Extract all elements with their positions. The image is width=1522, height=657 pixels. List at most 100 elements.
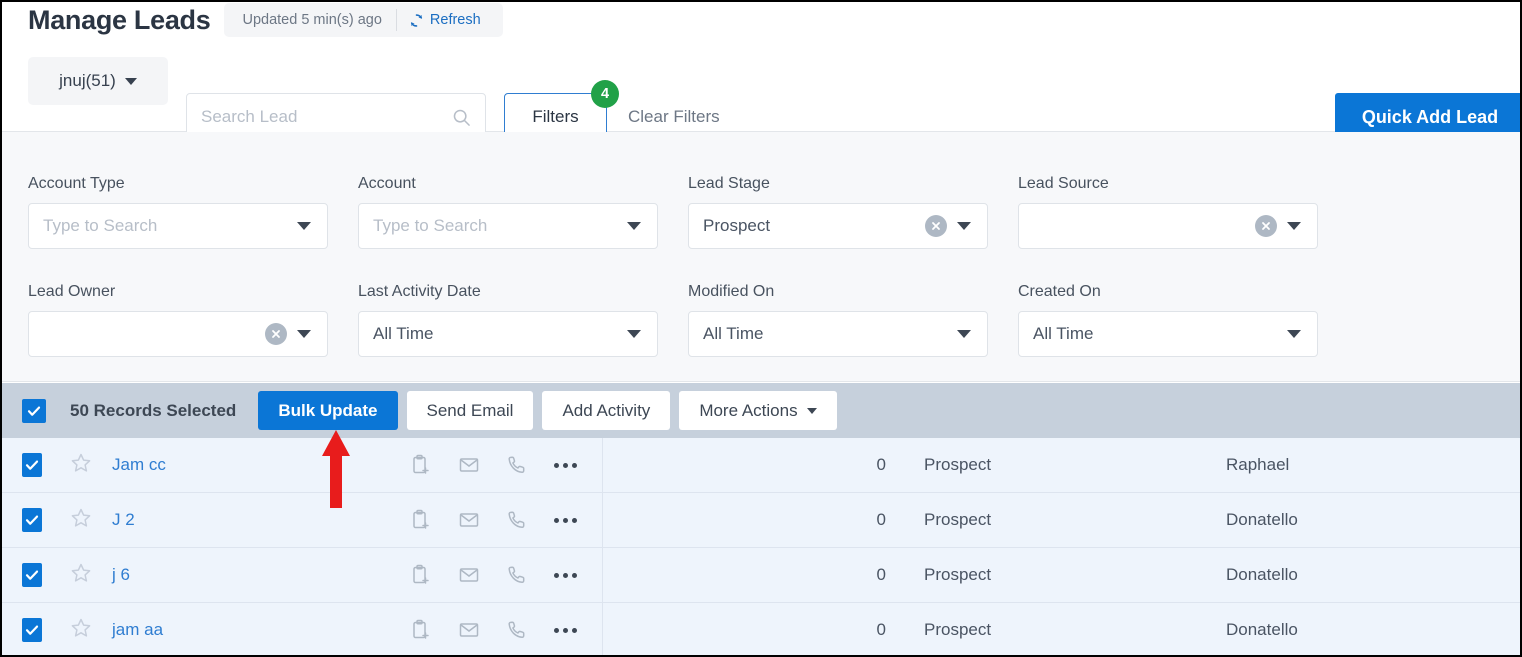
- row-action-icons: [410, 454, 577, 476]
- email-icon[interactable]: [458, 454, 480, 476]
- row-checkbox[interactable]: [22, 563, 42, 587]
- cell-lead-owner: Donatello: [1226, 620, 1298, 639]
- bulk-action-bar: 50 Records Selected Bulk Update Send Ema…: [2, 383, 1520, 438]
- filter-label: Created On: [1018, 283, 1101, 300]
- lead-name-link[interactable]: J 2: [112, 510, 135, 530]
- add-task-icon[interactable]: [410, 454, 432, 476]
- send-email-button[interactable]: Send Email: [406, 391, 534, 430]
- chevron-down-icon: [297, 222, 311, 230]
- filter-field-account: Account Type to Search: [358, 175, 658, 249]
- cell-count: 0: [876, 510, 886, 529]
- row-action-icons: [410, 564, 577, 586]
- filters-count-badge: 4: [591, 80, 619, 108]
- row-action-icons: [410, 619, 577, 641]
- row-checkbox[interactable]: [22, 618, 42, 642]
- cell-count: 0: [876, 565, 886, 584]
- clear-value-icon[interactable]: [925, 215, 947, 237]
- search-icon: [453, 109, 470, 126]
- cell-lead-owner: Raphael: [1226, 455, 1290, 474]
- column-divider: [602, 548, 603, 602]
- filter-label: Account: [358, 175, 416, 192]
- manage-leads-page: Manage Leads Updated 5 min(s) ago Refres…: [0, 0, 1522, 657]
- favorite-star-icon[interactable]: [70, 452, 92, 474]
- clear-filters-label: Clear Filters: [628, 107, 720, 126]
- filter-field-last-activity-date: Last Activity Date All Time: [358, 283, 658, 357]
- checkmark-icon: [27, 406, 41, 416]
- clear-value-icon[interactable]: [265, 323, 287, 345]
- filter-select[interactable]: Type to Search: [358, 203, 658, 249]
- table-row[interactable]: J 2 0 Prospect Donatello: [2, 493, 1520, 548]
- filter-select[interactable]: All Time: [688, 311, 988, 357]
- call-icon[interactable]: [506, 509, 528, 531]
- refresh-label: Refresh: [429, 12, 481, 28]
- toolbar: jnuj(51) Filters 4 Clear Filters Quick A…: [2, 38, 1520, 141]
- clear-value-icon[interactable]: [1255, 215, 1277, 237]
- more-options-icon[interactable]: [554, 514, 577, 527]
- more-options-icon[interactable]: [554, 624, 577, 637]
- cell-lead-stage: Prospect: [924, 620, 992, 639]
- filter-field-modified-on: Modified On All Time: [688, 283, 988, 357]
- more-options-icon[interactable]: [554, 569, 577, 582]
- favorite-star-icon[interactable]: [70, 507, 92, 529]
- checkmark-icon: [25, 625, 39, 635]
- favorite-star-icon[interactable]: [70, 562, 92, 584]
- cell-count: 0: [876, 620, 886, 639]
- chevron-down-icon: [627, 222, 641, 230]
- more-options-icon[interactable]: [554, 459, 577, 472]
- filter-select[interactable]: [28, 311, 328, 357]
- call-icon[interactable]: [506, 564, 528, 586]
- refresh-button[interactable]: Refresh: [397, 12, 495, 28]
- more-actions-button[interactable]: More Actions: [679, 391, 837, 430]
- select-all-checkbox[interactable]: [22, 398, 46, 423]
- email-icon[interactable]: [458, 619, 480, 641]
- column-divider: [602, 603, 603, 655]
- add-task-icon[interactable]: [410, 619, 432, 641]
- favorite-star-icon[interactable]: [70, 617, 92, 639]
- filter-value: All Time: [1033, 324, 1094, 343]
- cell-lead-stage: Prospect: [924, 565, 992, 584]
- filter-label: Last Activity Date: [358, 283, 481, 300]
- page-title: Manage Leads: [28, 5, 211, 35]
- cell-lead-stage: Prospect: [924, 510, 992, 529]
- cell-lead-stage: Prospect: [924, 455, 992, 474]
- lead-name-link[interactable]: j 6: [112, 565, 130, 585]
- table-row[interactable]: j 6 0 Prospect Donatello: [2, 548, 1520, 603]
- filter-panel: Account Type Type to Search Account Type to…: [2, 132, 1520, 382]
- add-task-icon[interactable]: [410, 564, 432, 586]
- chevron-down-icon: [297, 330, 311, 338]
- lead-name-link[interactable]: Jam cc: [112, 455, 166, 475]
- column-divider: [602, 493, 603, 547]
- row-checkbox[interactable]: [22, 453, 42, 477]
- checkmark-icon: [25, 460, 39, 470]
- email-icon[interactable]: [458, 509, 480, 531]
- filter-select[interactable]: [1018, 203, 1318, 249]
- lead-name-link[interactable]: jam aa: [112, 620, 163, 640]
- refresh-icon: [410, 13, 422, 27]
- search-input[interactable]: [201, 107, 452, 127]
- chevron-down-icon: [1287, 222, 1301, 230]
- lead-view-selector[interactable]: jnuj(51): [28, 57, 168, 105]
- leads-table: Jam cc 0 Prospect Raphael J 2 0 Prospect Donate…: [2, 438, 1520, 655]
- add-activity-button[interactable]: Add Activity: [542, 391, 671, 430]
- call-icon[interactable]: [506, 619, 528, 641]
- row-checkbox[interactable]: [22, 508, 42, 532]
- column-divider: [602, 438, 603, 492]
- filter-select[interactable]: Type to Search: [28, 203, 328, 249]
- filter-value: All Time: [703, 324, 764, 343]
- email-icon[interactable]: [458, 564, 480, 586]
- table-row[interactable]: jam aa 0 Prospect Donatello: [2, 603, 1520, 655]
- cell-count: 0: [876, 455, 886, 474]
- table-row[interactable]: Jam cc 0 Prospect Raphael: [2, 438, 1520, 493]
- filter-field-lead-owner: Lead Owner: [28, 283, 328, 357]
- chevron-down-icon: [806, 407, 817, 414]
- filter-select[interactable]: All Time: [358, 311, 658, 357]
- add-task-icon[interactable]: [410, 509, 432, 531]
- lead-view-label: jnuj(51): [59, 71, 116, 90]
- filter-value: Prospect: [703, 216, 771, 235]
- bulk-update-button[interactable]: Bulk Update: [258, 391, 398, 430]
- filter-select[interactable]: Prospect: [688, 203, 988, 249]
- call-icon[interactable]: [506, 454, 528, 476]
- filter-select[interactable]: All Time: [1018, 311, 1318, 357]
- filters-label: Filters: [532, 107, 579, 126]
- filter-label: Lead Stage: [688, 175, 770, 192]
